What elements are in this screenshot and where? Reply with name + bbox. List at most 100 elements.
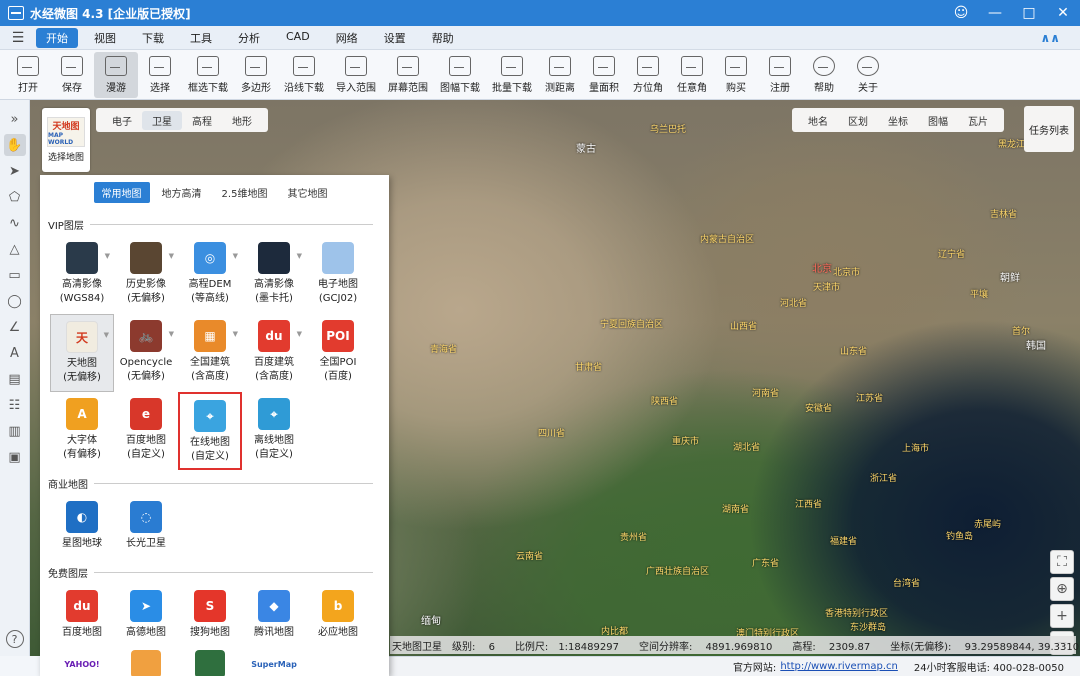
toolbar-button-3[interactable]: 选择 bbox=[138, 52, 182, 98]
toolbar-button-14[interactable]: 任意角 bbox=[670, 52, 714, 98]
map-tile-0-6[interactable]: 🚲 ▼ Opencycle (无偏移) bbox=[114, 314, 178, 392]
map-tile-2-3[interactable]: ◆ 腾讯地图 bbox=[242, 584, 306, 648]
dropdown-caret-icon[interactable]: ▼ bbox=[233, 330, 238, 338]
map-tile-2-0[interactable]: du 百度地图 bbox=[50, 584, 114, 648]
toolbar-button-5[interactable]: 多边形 bbox=[234, 52, 278, 98]
eraser-icon[interactable]: ▣ bbox=[4, 446, 26, 468]
menu-item-0[interactable]: 开始 bbox=[36, 27, 78, 48]
toolbar-button-7[interactable]: 导入范围 bbox=[330, 52, 382, 98]
map-tile-0-9[interactable]: POI 全国POI (百度) bbox=[306, 314, 370, 392]
toolbar-button-6[interactable]: 沿线下载 bbox=[278, 52, 330, 98]
help-icon[interactable]: ? bbox=[5, 630, 24, 648]
map-source-tab-3[interactable]: 地形 bbox=[222, 111, 262, 130]
toolbar-button-0[interactable]: 打开 bbox=[6, 52, 50, 98]
map-source-tab-2[interactable]: 高程 bbox=[182, 111, 222, 130]
map-tile-0-0[interactable]: ▼ 高清影像 (WGS84) bbox=[50, 236, 114, 314]
website-link[interactable]: http://www.rivermap.cn bbox=[780, 661, 898, 672]
map-tile-2-1[interactable]: ➤ 高德地图 bbox=[114, 584, 178, 648]
map-tile-2-4[interactable]: b 必应地图 bbox=[306, 584, 370, 648]
close-button[interactable]: ✕ bbox=[1046, 0, 1080, 26]
menu-item-3[interactable]: 工具 bbox=[180, 28, 222, 48]
map-tile-0-7[interactable]: ▦ ▼ 全国建筑 (含高度) bbox=[178, 314, 242, 392]
map-category-tab-1[interactable]: 地方高清 bbox=[154, 182, 210, 203]
select-map-button[interactable]: 天地图 MAP WORLD 选择地图 bbox=[42, 108, 90, 172]
collapse-ribbon-icon[interactable]: ∧∧ bbox=[1041, 31, 1061, 45]
zoom-in-button[interactable]: + bbox=[1050, 604, 1074, 628]
bottom-tile-2[interactable] bbox=[178, 648, 242, 676]
map-tile-0-3[interactable]: ▼ 高清影像 (墨卡托) bbox=[242, 236, 306, 314]
layer-icon[interactable]: ☷ bbox=[4, 394, 26, 416]
expand-icon[interactable]: » bbox=[4, 108, 26, 130]
menu-item-7[interactable]: 设置 bbox=[374, 28, 416, 48]
menu-item-4[interactable]: 分析 bbox=[228, 28, 270, 48]
dropdown-caret-icon[interactable]: ▼ bbox=[169, 330, 174, 338]
pan-hand-icon[interactable]: ✋ bbox=[3, 134, 26, 156]
dropdown-caret-icon[interactable]: ▼ bbox=[169, 252, 174, 260]
map-overlay-tab-1[interactable]: 区划 bbox=[838, 111, 878, 130]
toolbar-button-2[interactable]: 漫游 bbox=[94, 51, 138, 98]
toolbar-button-18[interactable]: 关于 bbox=[846, 52, 890, 98]
map-category-tab-2[interactable]: 2.5维地图 bbox=[214, 182, 276, 203]
map-overlay-tab-4[interactable]: 瓦片 bbox=[958, 111, 998, 130]
menu-item-2[interactable]: 下载 bbox=[132, 28, 174, 48]
map-tile-0-1[interactable]: ▼ 历史影像 (无偏移) bbox=[114, 236, 178, 314]
task-list-button[interactable]: 任务列表 bbox=[1024, 106, 1074, 152]
polyline-icon[interactable]: ∿ bbox=[4, 212, 26, 234]
toolbar-button-16[interactable]: 注册 bbox=[758, 52, 802, 98]
menu-item-1[interactable]: 视图 bbox=[84, 28, 126, 48]
rectangle-icon[interactable]: ▭ bbox=[4, 264, 26, 286]
toolbar-button-10[interactable]: 批量下载 bbox=[486, 52, 538, 98]
toolbar-button-15[interactable]: 购买 bbox=[714, 52, 758, 98]
dropdown-caret-icon[interactable]: ▼ bbox=[104, 331, 109, 339]
map-tile-0-5[interactable]: 天 ▼ 天地图 (无偏移) bbox=[50, 314, 114, 392]
angle-icon[interactable]: ∠ bbox=[4, 316, 26, 338]
map-tile-1-1[interactable]: ◌ 长光卫星 bbox=[114, 495, 178, 559]
bottom-tile-0[interactable]: YAHOO! bbox=[50, 648, 114, 676]
toolbar-button-17[interactable]: 帮助 bbox=[802, 52, 846, 98]
menu-item-8[interactable]: 帮助 bbox=[422, 28, 464, 48]
map-tile-0-10[interactable]: A 大字体 (有偏移) bbox=[50, 392, 114, 470]
bottom-tile-1[interactable] bbox=[114, 648, 178, 676]
map-source-tab-0[interactable]: 电子 bbox=[102, 111, 142, 130]
map-tile-1-0[interactable]: ◐ 星图地球 bbox=[50, 495, 114, 559]
map-tile-2-2[interactable]: S 搜狗地图 bbox=[178, 584, 242, 648]
locate-icon[interactable]: ⊕ bbox=[1050, 577, 1074, 601]
menu-item-6[interactable]: 网络 bbox=[326, 28, 368, 48]
dropdown-caret-icon[interactable]: ▼ bbox=[297, 252, 302, 260]
menu-item-5[interactable]: CAD bbox=[276, 28, 320, 48]
hamburger-menu-icon[interactable]: ☰ bbox=[0, 30, 36, 46]
toolbar-button-9[interactable]: 图幅下载 bbox=[434, 52, 486, 98]
toolbar-button-12[interactable]: 量面积 bbox=[582, 52, 626, 98]
toolbar-button-1[interactable]: 保存 bbox=[50, 52, 94, 98]
map-tile-0-11[interactable]: e 百度地图 (自定义) bbox=[114, 392, 178, 470]
area-icon[interactable]: △ bbox=[4, 238, 26, 260]
bottom-tile-3[interactable]: SuperMap bbox=[242, 648, 306, 676]
user-icon[interactable]: ☺ bbox=[944, 0, 978, 26]
maximize-button[interactable]: □ bbox=[1012, 0, 1046, 26]
map-category-tab-0[interactable]: 常用地图 bbox=[93, 182, 150, 203]
map-tile-0-2[interactable]: ◎ ▼ 高程DEM (等高线) bbox=[178, 236, 242, 314]
map-overlay-tab-3[interactable]: 图幅 bbox=[918, 111, 958, 130]
circle-icon[interactable]: ◯ bbox=[4, 290, 26, 312]
toolbar-button-11[interactable]: 测距离 bbox=[538, 52, 582, 98]
map-source-tab-1[interactable]: 卫星 bbox=[142, 110, 182, 130]
map-tile-0-8[interactable]: du ▼ 百度建筑 (含高度) bbox=[242, 314, 306, 392]
map-overlay-tab-2[interactable]: 坐标 bbox=[878, 111, 918, 130]
map-tile-0-13[interactable]: ⌖ 离线地图 (自定义) bbox=[242, 392, 306, 470]
toolbar-button-8[interactable]: 屏幕范围 bbox=[382, 52, 434, 98]
map-category-tab-3[interactable]: 其它地图 bbox=[279, 182, 335, 203]
measure-icon[interactable]: ▥ bbox=[4, 420, 26, 442]
select-arrow-icon[interactable]: ➤ bbox=[4, 160, 26, 182]
dropdown-caret-icon[interactable]: ▼ bbox=[297, 330, 302, 338]
polygon-icon[interactable]: ⬠ bbox=[4, 186, 26, 208]
minimize-button[interactable]: — bbox=[978, 0, 1012, 26]
toolbar-button-4[interactable]: 框选下载 bbox=[182, 52, 234, 98]
bottom-tile-4[interactable] bbox=[306, 648, 370, 676]
map-tile-0-12[interactable]: ⌖ 在线地图 (自定义) bbox=[178, 392, 242, 470]
text-icon[interactable]: A bbox=[4, 342, 26, 364]
map-overlay-tab-0[interactable]: 地名 bbox=[798, 111, 838, 130]
ruler-icon[interactable]: ▤ bbox=[4, 368, 26, 390]
toolbar-button-13[interactable]: 方位角 bbox=[626, 52, 670, 98]
dropdown-caret-icon[interactable]: ▼ bbox=[233, 252, 238, 260]
dropdown-caret-icon[interactable]: ▼ bbox=[105, 252, 110, 260]
